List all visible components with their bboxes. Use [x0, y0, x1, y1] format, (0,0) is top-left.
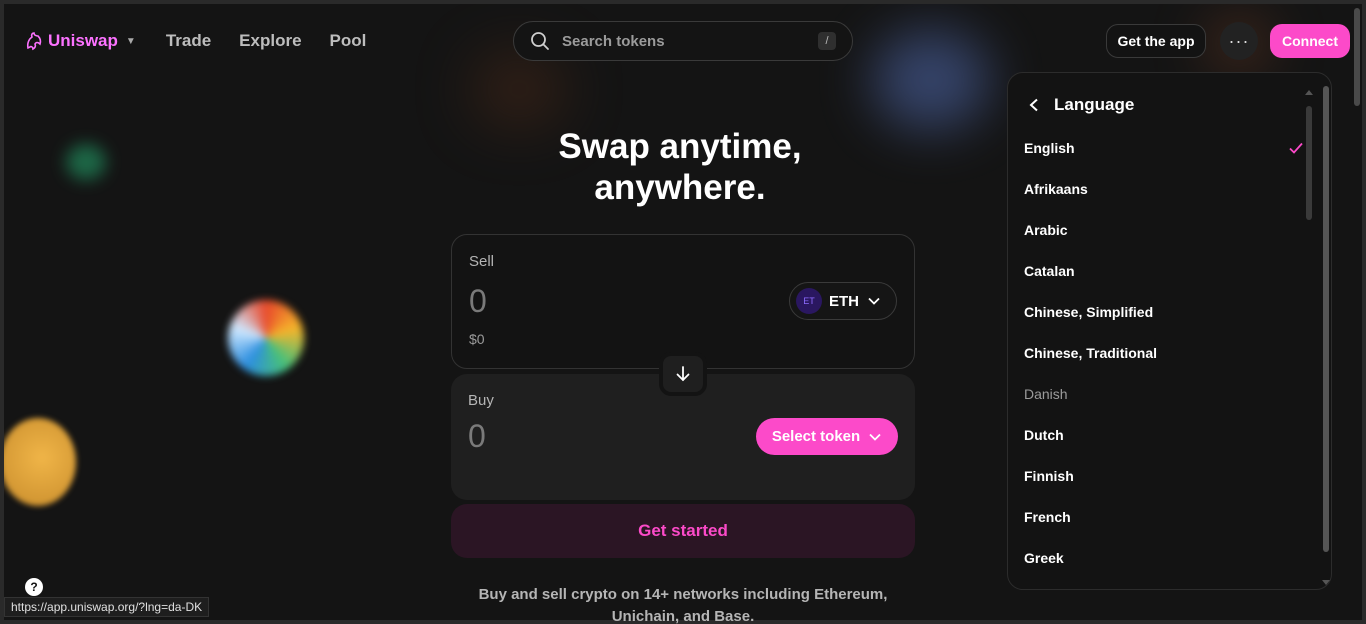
select-token-button[interactable]: Select token — [756, 418, 898, 455]
buy-amount-input[interactable]: 0 — [468, 418, 486, 455]
sell-panel: Sell 0 $0 ET ETH — [451, 234, 915, 369]
help-button[interactable]: ? — [25, 578, 43, 596]
buy-label: Buy — [468, 392, 494, 409]
sell-token-selector[interactable]: ET ETH — [789, 282, 897, 320]
language-label: Danish — [1024, 385, 1068, 402]
language-item-french[interactable]: French — [1024, 496, 1304, 537]
language-item-arabic[interactable]: Arabic — [1024, 209, 1304, 250]
chevron-down-icon — [869, 433, 881, 441]
brand-menu[interactable]: Uniswap ▼ — [24, 31, 136, 51]
top-nav: Uniswap ▼ Trade Explore Pool — [24, 22, 366, 60]
hero-line-1: Swap anytime, — [558, 127, 802, 166]
sell-label: Sell — [469, 253, 495, 270]
swap-direction-button[interactable] — [659, 352, 707, 396]
language-item-english[interactable]: English — [1024, 127, 1304, 168]
language-item-finnish[interactable]: Finnish — [1024, 455, 1304, 496]
language-label: Greek — [1024, 549, 1064, 566]
language-label: Afrikaans — [1024, 180, 1088, 197]
language-label: Arabic — [1024, 221, 1068, 238]
floating-token-icon — [4, 418, 76, 506]
language-menu: Language English Afrikaans Arabic Catala… — [1007, 72, 1332, 590]
status-bar-url: https://app.uniswap.org/?lng=da-DK — [4, 597, 210, 617]
language-item-danish[interactable]: Danish — [1024, 373, 1304, 414]
nav-trade[interactable]: Trade — [166, 31, 211, 51]
language-item-chinese-simplified[interactable]: Chinese, Simplified — [1024, 291, 1304, 332]
caret-down-icon: ▼ — [125, 35, 136, 47]
language-item-catalan[interactable]: Catalan — [1024, 250, 1304, 291]
more-menu-button[interactable]: ··· — [1220, 22, 1258, 60]
floating-token-icon — [872, 30, 990, 130]
connect-button[interactable]: Connect — [1270, 24, 1350, 58]
page-scrollbar[interactable] — [1354, 8, 1360, 106]
scroll-up-arrow[interactable] — [1305, 90, 1313, 95]
language-menu-title: Language — [1054, 95, 1135, 114]
tagline: Buy and sell crypto on 14+ networks incl… — [478, 586, 888, 624]
hero-title: Swap anytime, anywhere. — [480, 126, 880, 208]
panel-scrollbar[interactable] — [1323, 86, 1329, 552]
arrow-down-icon — [676, 366, 690, 382]
language-item-greek[interactable]: Greek — [1024, 537, 1304, 578]
language-list: English Afrikaans Arabic Catalan Chinese… — [1024, 127, 1304, 578]
brand-name: Uniswap — [48, 31, 118, 50]
language-item-afrikaans[interactable]: Afrikaans — [1024, 168, 1304, 209]
language-item-dutch[interactable]: Dutch — [1024, 414, 1304, 455]
eth-token-icon: ET — [796, 288, 822, 314]
search-placeholder: Search tokens — [562, 32, 665, 50]
select-token-label: Select token — [771, 428, 861, 445]
search-icon — [531, 32, 549, 50]
chevron-left-icon — [1029, 98, 1038, 112]
language-scrollbar-thumb[interactable] — [1306, 106, 1312, 220]
nav-pool[interactable]: Pool — [330, 31, 367, 51]
floating-token-icon — [66, 144, 106, 180]
get-app-button[interactable]: Get the app — [1106, 24, 1206, 58]
chevron-down-icon — [868, 297, 880, 305]
hero-line-2: anywhere. — [594, 168, 766, 207]
language-label: Dutch — [1024, 426, 1064, 443]
scroll-down-arrow[interactable] — [1322, 580, 1330, 585]
language-label: Chinese, Simplified — [1024, 303, 1154, 320]
get-started-button[interactable]: Get started — [451, 504, 915, 558]
language-label: Catalan — [1024, 262, 1075, 279]
checkmark-icon — [1289, 142, 1303, 154]
background-blur — [474, 54, 564, 124]
search-input[interactable]: Search tokens / — [513, 21, 853, 61]
language-label: Chinese, Traditional — [1024, 344, 1158, 361]
sell-amount-input[interactable]: 0 — [469, 283, 487, 320]
sell-token-symbol: ETH — [829, 292, 859, 310]
unicorn-logo-icon — [26, 32, 42, 51]
sell-usd-value: $0 — [469, 331, 485, 347]
language-label: Finnish — [1024, 467, 1074, 484]
language-item-chinese-traditional[interactable]: Chinese, Traditional — [1024, 332, 1304, 373]
nav-explore[interactable]: Explore — [239, 31, 301, 51]
shortcut-key: / — [818, 32, 836, 50]
floating-token-icon — [228, 300, 304, 376]
language-back-button[interactable]: Language — [1028, 95, 1134, 115]
language-label: English — [1024, 139, 1075, 156]
language-label: French — [1024, 508, 1071, 525]
